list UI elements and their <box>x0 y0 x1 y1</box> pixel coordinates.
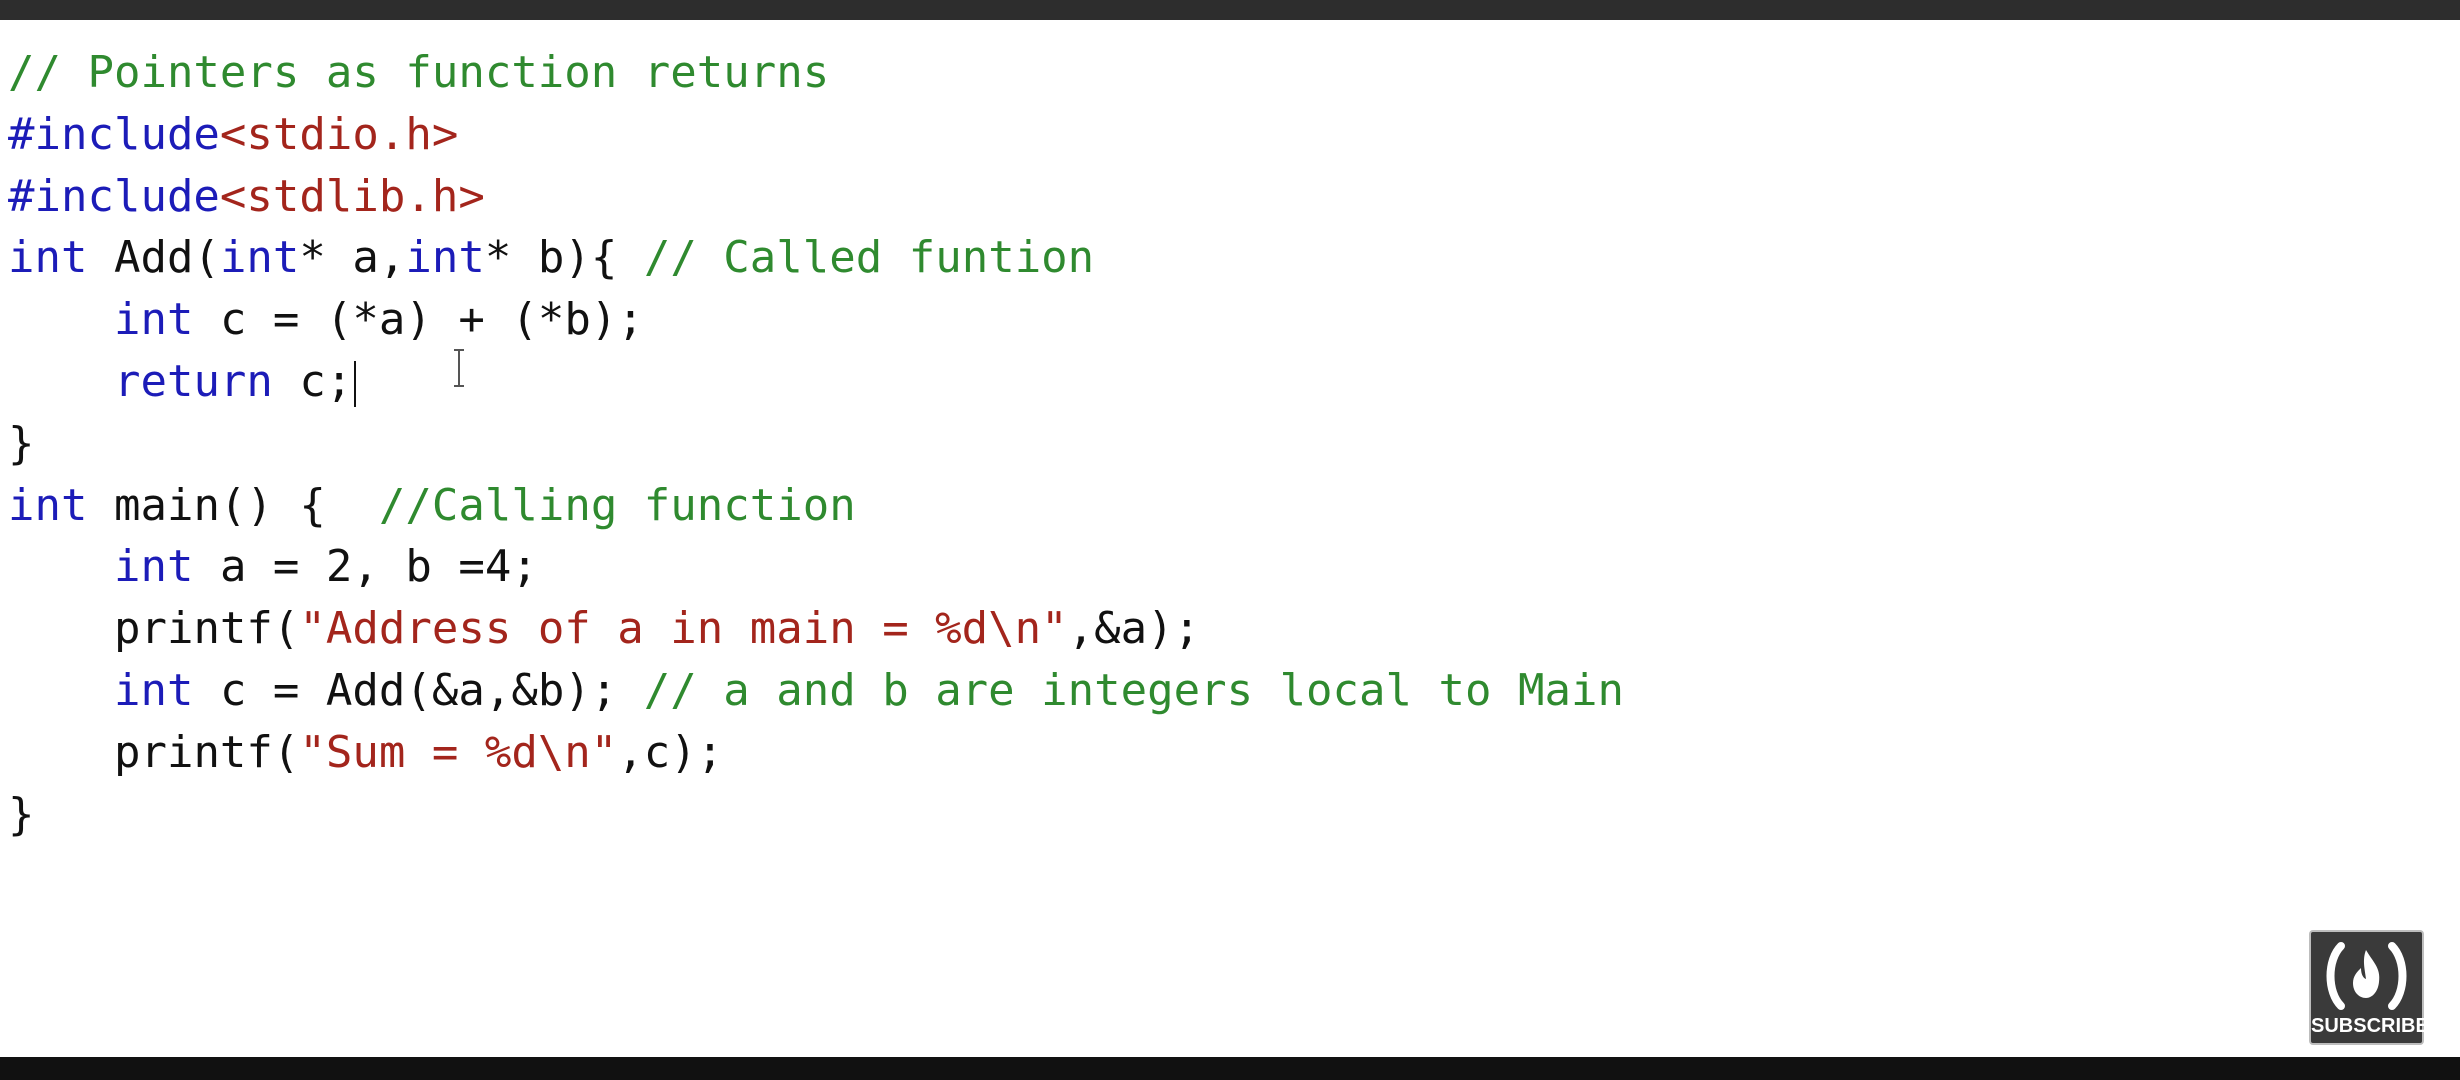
code-editor[interactable]: // Pointers as function returns #include<… <box>0 20 2460 840</box>
comment: // Called funtion <box>643 232 1095 284</box>
preprocessor-directive: #include <box>8 170 220 222</box>
code-text: main() { <box>87 479 379 531</box>
code-line-6: return c; <box>8 351 1624 413</box>
code-line-12: printf("Sum = %d\n",c); <box>8 722 1624 784</box>
code-text: printf( <box>113 603 300 655</box>
code-text: * b){ <box>484 232 644 284</box>
code-line-11: int c = Add(&a,&b); // a and b are integ… <box>8 660 1624 722</box>
include-file: <stdio.h> <box>219 108 459 160</box>
window-bottom-bar <box>0 1057 2460 1080</box>
code-text: c = Add(&a,&b); <box>193 664 644 716</box>
code-line-8: int main() { //Calling function <box>8 475 1624 537</box>
code-line-10: printf("Address of a in main = %d\n",&a)… <box>8 598 1624 660</box>
comment: // Pointers as function returns <box>8 47 830 98</box>
comment: //Calling function <box>378 479 856 531</box>
code-text: c = (*a) + (*b); <box>193 294 644 346</box>
code-line-2: #include<stdio.h> <box>8 104 1624 166</box>
subscribe-button[interactable]: SUBSCRIBE <box>2309 930 2429 1045</box>
code-line-13: } <box>8 784 1624 846</box>
code-text: } <box>8 417 35 469</box>
code-block[interactable]: // Pointers as function returns #include<… <box>8 42 1624 845</box>
window-top-bar <box>0 0 2460 20</box>
string-literal: "Sum = %d\n" <box>299 726 618 778</box>
code-line-1: // Pointers as function returns <box>8 42 1624 104</box>
code-line-5: int c = (*a) + (*b); <box>8 289 1624 351</box>
code-line-4: int Add(int* a,int* b){ // Called funtio… <box>8 227 1624 289</box>
include-file: <stdlib.h> <box>219 170 485 222</box>
code-text: printf( <box>113 726 300 778</box>
code-text: ,&a); <box>1067 603 1201 655</box>
ibeam-cursor-icon <box>454 349 464 387</box>
text-caret <box>354 360 357 407</box>
keyword: return <box>113 355 273 407</box>
comment: // a and b are integers local to Main <box>643 664 1624 716</box>
code-text: c; <box>272 355 353 407</box>
keyword: int <box>113 664 194 716</box>
code-line-3: #include<stdlib.h> <box>8 166 1624 228</box>
code-text: } <box>8 788 35 840</box>
keyword: int <box>113 541 194 593</box>
code-text: Add( <box>87 232 220 284</box>
keyword: int <box>405 232 485 284</box>
subscribe-label: SUBSCRIBE <box>2311 1015 2429 1037</box>
code-line-7: } <box>8 413 1624 475</box>
code-text: a = 2, b =4; <box>193 541 538 593</box>
keyword: int <box>8 479 88 531</box>
keyword: int <box>113 294 194 346</box>
keyword: int <box>8 232 88 284</box>
flame-icon <box>2326 942 2407 1010</box>
code-text: ,c); <box>617 726 724 778</box>
code-text: * a, <box>299 232 406 284</box>
keyword: int <box>219 232 300 284</box>
string-literal: "Address of a in main = %d\n" <box>299 603 1068 655</box>
code-line-9: int a = 2, b =4; <box>8 536 1624 598</box>
preprocessor-directive: #include <box>8 108 220 160</box>
